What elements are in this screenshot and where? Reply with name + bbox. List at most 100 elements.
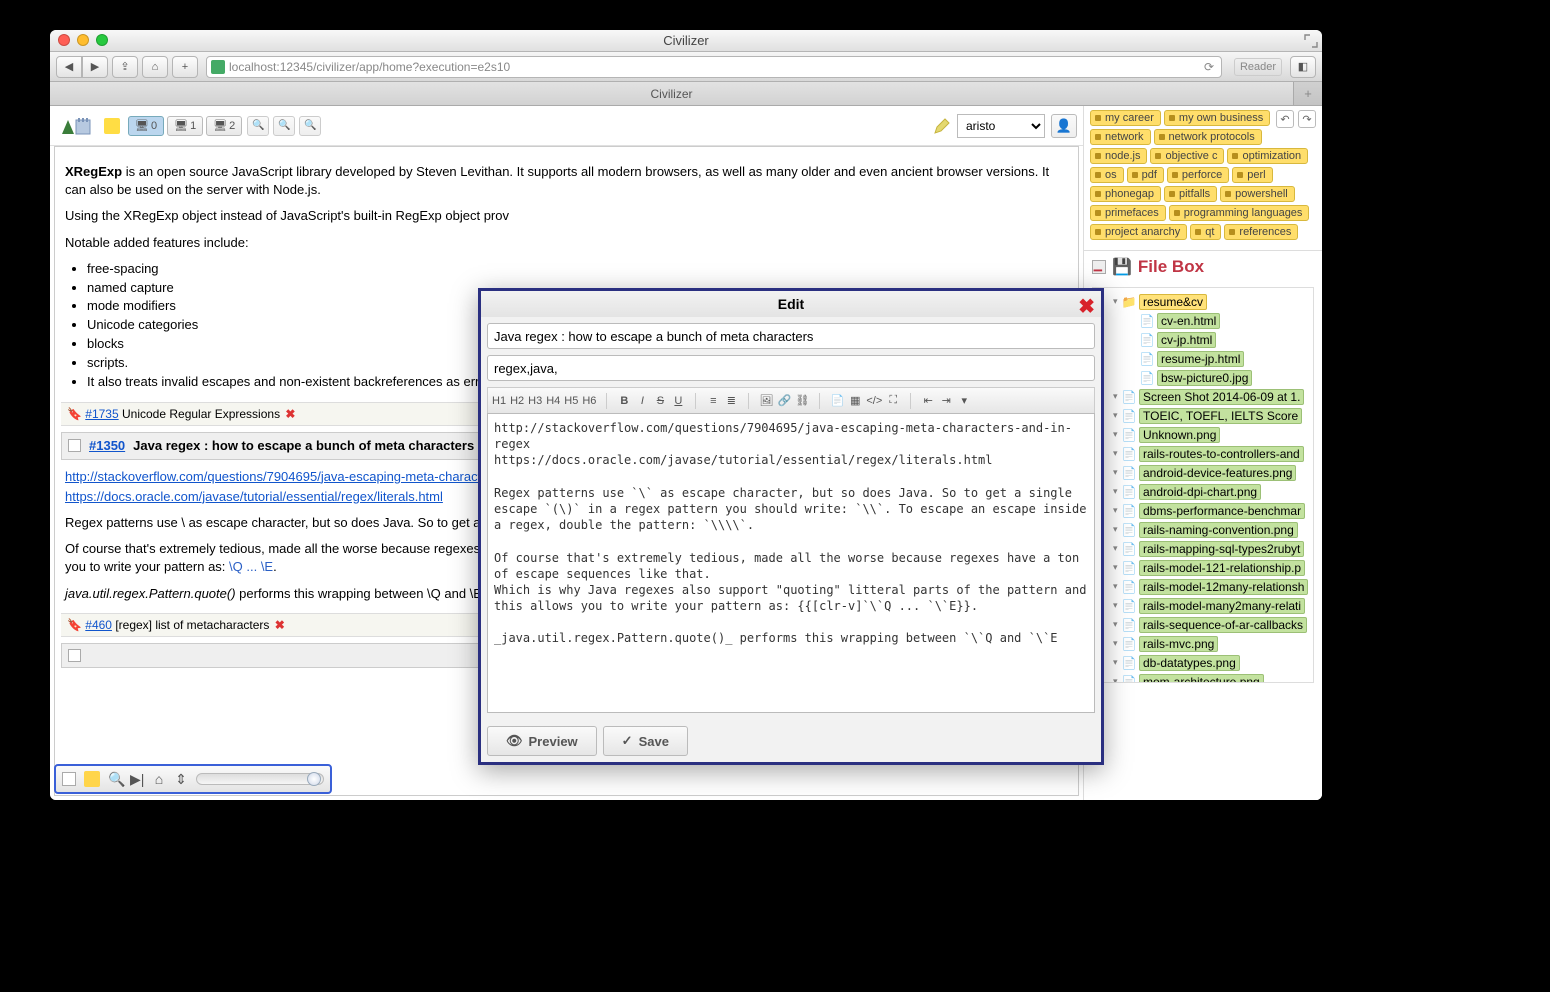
downloads-button[interactable]: ◧ — [1290, 56, 1316, 78]
window-fullscreen-icon[interactable] — [1304, 34, 1318, 48]
heading-h5-button[interactable]: H5 — [564, 395, 578, 407]
close-icon[interactable]: ✖ — [1078, 294, 1095, 319]
search-icon-3[interactable]: 🔍 — [299, 116, 321, 136]
tag[interactable]: pdf — [1127, 167, 1164, 183]
ref-link-1735[interactable]: #1735 — [85, 407, 118, 421]
link-button[interactable]: 🔗 — [777, 394, 791, 407]
stackoverflow-link[interactable]: http://stackoverflow.com/questions/79046… — [65, 469, 504, 484]
image-button[interactable]: 🖼 — [759, 394, 773, 407]
browser-tab[interactable]: Civilizer — [50, 82, 1294, 105]
ul-button[interactable]: ≡ — [706, 395, 720, 407]
tag[interactable]: qt — [1190, 224, 1221, 240]
file-tree-item[interactable]: ▾📁resume&cv — [1093, 292, 1313, 311]
home-button[interactable]: ⌂ — [142, 56, 168, 78]
file-tree-item[interactable]: ▾📄dbms-performance-benchmar — [1093, 501, 1313, 520]
favorite-icon[interactable] — [104, 118, 120, 134]
reader-button[interactable]: Reader — [1234, 58, 1282, 76]
bb-search-icon[interactable]: 🔍 — [108, 771, 122, 788]
file-tree-item[interactable]: ▾📄rails-mapping-sql-types2rubyt — [1093, 539, 1313, 558]
heading-h2-button[interactable]: H2 — [510, 395, 524, 407]
bb-sort-icon[interactable]: ⇕ — [174, 771, 188, 788]
tag[interactable]: perforce — [1167, 167, 1229, 183]
panel-button-1[interactable]: 🖥1 — [167, 116, 203, 136]
file-tree-item[interactable]: ▾📄Unknown.png — [1093, 425, 1313, 444]
panel-button-0[interactable]: 🖥0 — [128, 116, 164, 136]
tag[interactable]: pitfalls — [1164, 186, 1217, 202]
tag[interactable]: my own business — [1164, 110, 1270, 126]
edit-tags-input[interactable] — [487, 355, 1095, 381]
heading-h3-button[interactable]: H3 — [528, 395, 542, 407]
bb-star-icon[interactable] — [84, 771, 100, 787]
window-minimize-button[interactable] — [77, 34, 89, 46]
file-tree-item[interactable]: 📄resume-jp.html — [1093, 349, 1313, 368]
tag[interactable]: network protocols — [1154, 129, 1262, 145]
preview-button[interactable]: 👁Preview — [487, 726, 597, 756]
tags-prev-button[interactable]: ↶ — [1276, 110, 1294, 128]
file-tree-item[interactable]: ▾📄TOEIC, TOEFL, IELTS Score — [1093, 406, 1313, 425]
outdent-button[interactable]: ⇤ — [921, 394, 935, 407]
window-close-button[interactable] — [58, 34, 70, 46]
heading-h4-button[interactable]: H4 — [546, 395, 560, 407]
file-tree-item[interactable]: 📄cv-jp.html — [1093, 330, 1313, 349]
file-tree-item[interactable]: ▾📄android-device-features.png — [1093, 463, 1313, 482]
file-tree-item[interactable]: ▾📄rails-naming-convention.png — [1093, 520, 1313, 539]
panel-button-2[interactable]: 🖥2 — [206, 116, 242, 136]
window-zoom-button[interactable] — [96, 34, 108, 46]
add-button[interactable]: + — [172, 56, 198, 78]
code-button[interactable]: </> — [866, 395, 882, 407]
edit-title-input[interactable] — [487, 323, 1095, 349]
note-checkbox-2[interactable] — [68, 649, 81, 662]
file-tree-item[interactable]: ▾📄rails-model-121-relationship.p — [1093, 558, 1313, 577]
tag[interactable]: optimization — [1227, 148, 1308, 164]
user-icon[interactable]: 👤 — [1051, 114, 1077, 138]
filebox-save-icon[interactable]: 💾 — [1112, 257, 1132, 277]
bookmarks-button[interactable]: ⇪ — [112, 56, 138, 78]
file-tree-item[interactable]: 📄bsw-picture0.jpg — [1093, 368, 1313, 387]
tag[interactable]: os — [1090, 167, 1124, 183]
save-button[interactable]: ✓Save — [603, 726, 688, 756]
file-tree-item[interactable]: ▾📄Screen Shot 2014-06-09 at 1. — [1093, 387, 1313, 406]
ol-button[interactable]: ≣ — [724, 394, 738, 407]
file-tree-item[interactable]: ▾📄android-dpi-chart.png — [1093, 482, 1313, 501]
tag[interactable]: references — [1224, 224, 1298, 240]
tag[interactable]: project anarchy — [1090, 224, 1187, 240]
tag[interactable]: programming languages — [1169, 205, 1310, 221]
search-icon-2[interactable]: 🔍 — [273, 116, 295, 136]
file-tree-item[interactable]: ▾📄rails-model-many2many-relati — [1093, 596, 1313, 615]
url-input[interactable] — [229, 60, 1201, 74]
tag[interactable]: primefaces — [1090, 205, 1166, 221]
unlink-button[interactable]: ⛓ — [795, 394, 809, 407]
table-button[interactable]: ▦ — [848, 394, 862, 407]
search-icon[interactable]: 🔍 — [247, 116, 269, 136]
tag[interactable]: my career — [1090, 110, 1161, 126]
bb-home-icon[interactable]: ⌂ — [152, 771, 166, 787]
oracle-link[interactable]: https://docs.oracle.com/javase/tutorial/… — [65, 489, 443, 504]
file-tree-item[interactable]: ▾📄rails-mvc.png — [1093, 634, 1313, 653]
remove-ref-icon-2[interactable]: ✖ — [275, 618, 285, 632]
file-tree-item[interactable]: ▾📄rails-model-12many-relationsh — [1093, 577, 1313, 596]
expand-button[interactable]: ⛶ — [886, 394, 900, 407]
tag[interactable]: node.js — [1090, 148, 1147, 164]
forward-button[interactable]: ▶ — [82, 56, 108, 78]
edit-dialog-header[interactable]: Edit ✖ — [481, 291, 1101, 317]
back-button[interactable]: ◀ — [56, 56, 82, 78]
edit-icon[interactable] — [933, 117, 951, 135]
file-button[interactable]: 📄 — [830, 394, 844, 407]
heading-h6-button[interactable]: H6 — [582, 395, 596, 407]
strike-button[interactable]: S — [653, 395, 667, 407]
bold-button[interactable]: B — [617, 395, 631, 407]
note-link-1350[interactable]: #1350 — [89, 438, 125, 453]
tag[interactable]: perl — [1232, 167, 1272, 183]
file-tree-item[interactable]: ▾📄rails-routes-to-controllers-and — [1093, 444, 1313, 463]
underline-button[interactable]: U — [671, 395, 685, 407]
file-tree-item[interactable]: 📄cv-en.html — [1093, 311, 1313, 330]
tag[interactable]: powershell — [1220, 186, 1295, 202]
indent-button[interactable]: ⇥ — [939, 394, 953, 407]
italic-button[interactable]: I — [635, 395, 649, 407]
tag[interactable]: objective c — [1150, 148, 1224, 164]
user-select[interactable]: aristo — [957, 114, 1045, 138]
bb-slider[interactable] — [196, 773, 324, 785]
bb-slider-thumb[interactable] — [307, 772, 321, 786]
address-bar[interactable]: ⟳ — [206, 56, 1222, 78]
note-checkbox[interactable] — [68, 439, 81, 452]
